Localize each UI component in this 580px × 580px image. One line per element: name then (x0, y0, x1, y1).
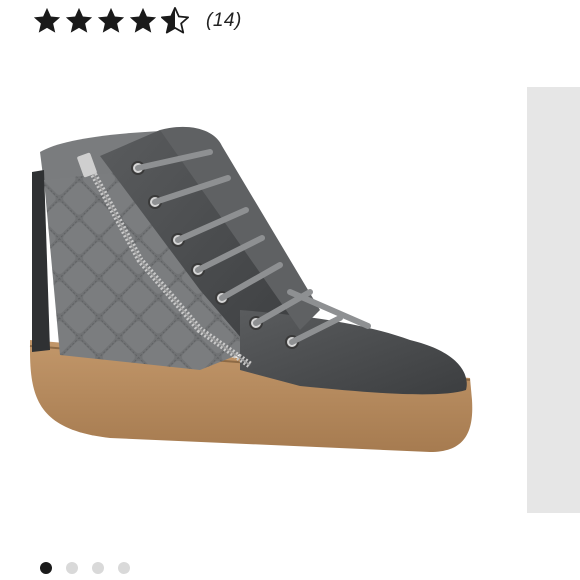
carousel-dot[interactable] (66, 562, 78, 574)
star-full-icon (97, 7, 125, 33)
carousel-pagination (40, 562, 130, 574)
carousel-dot[interactable] (92, 562, 104, 574)
star-full-icon (65, 7, 93, 33)
rating-stars (32, 6, 190, 36)
star-full-icon (129, 7, 157, 33)
carousel-dot[interactable] (118, 562, 130, 574)
next-image-panel[interactable] (527, 87, 580, 513)
product-image (29, 126, 473, 452)
carousel-dot[interactable] (40, 562, 52, 574)
review-count[interactable]: (14) (206, 10, 242, 32)
product-image-gallery[interactable] (0, 60, 580, 550)
star-full-icon (33, 7, 61, 33)
star-half-icon (161, 7, 189, 34)
rating-row[interactable]: (14) (32, 6, 242, 36)
